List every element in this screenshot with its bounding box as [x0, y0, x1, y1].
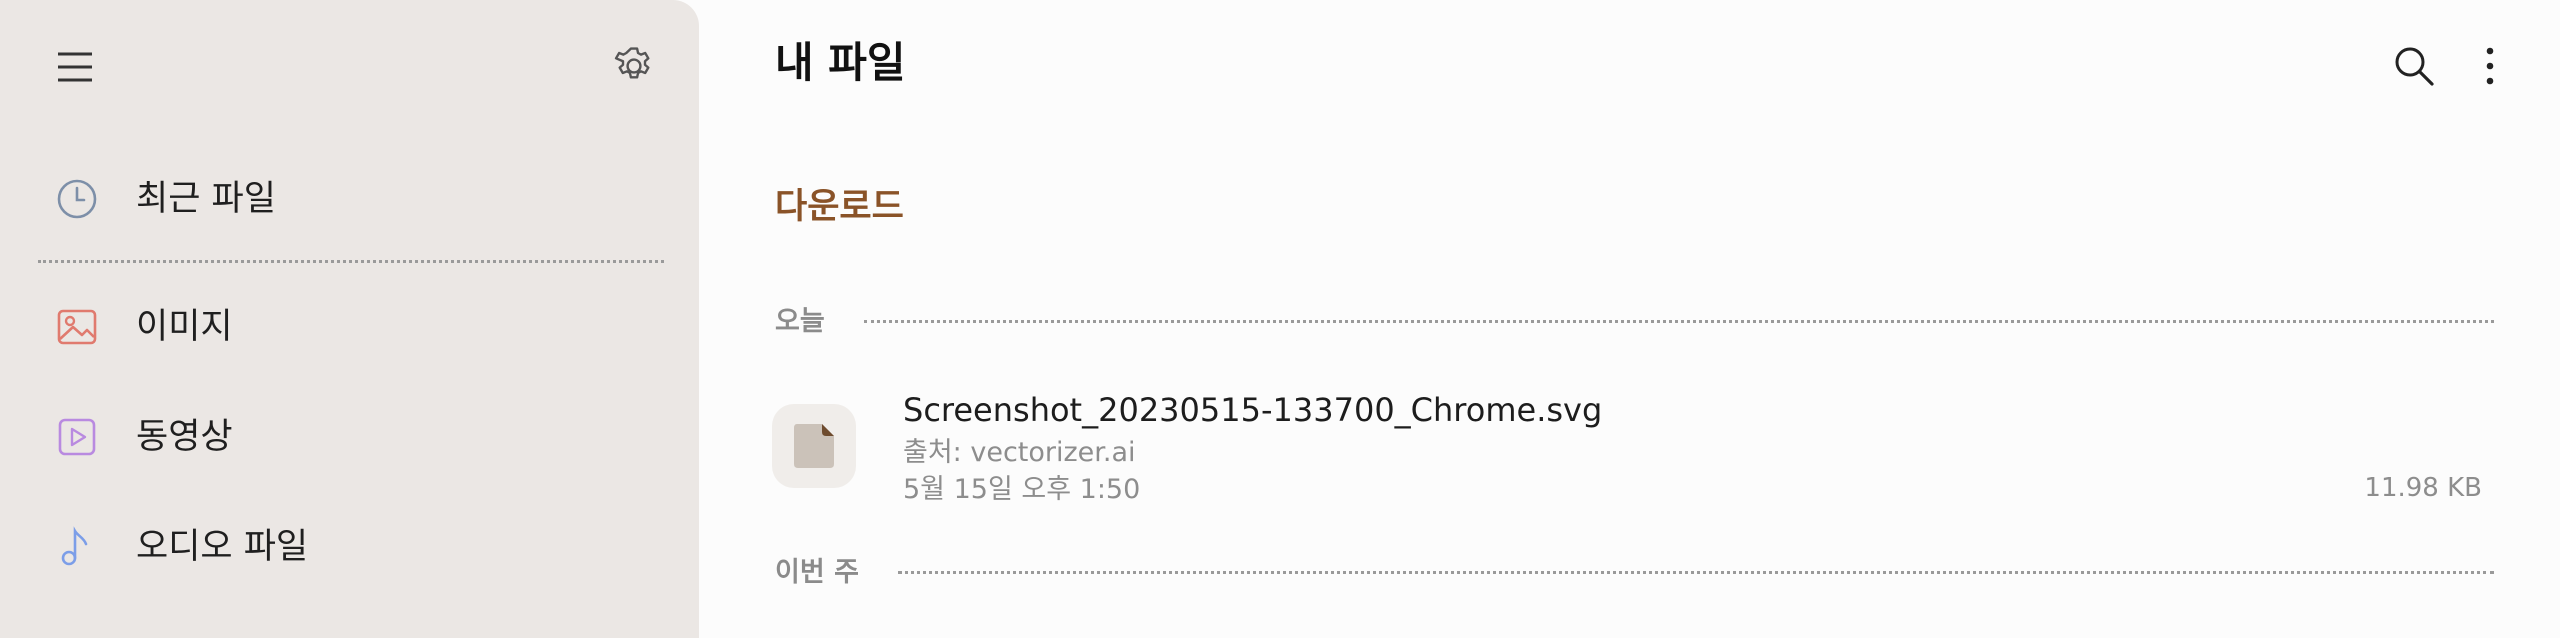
- file-size: 11.98 KB: [2364, 473, 2482, 503]
- file-source: 출처: vectorizer.ai: [903, 437, 1136, 468]
- sidebar-item-label: 오디오 파일: [136, 527, 309, 567]
- file-name: Screenshot_20230515-133700_Chrome.svg: [903, 391, 1603, 429]
- clock-icon: [56, 178, 98, 220]
- search-icon[interactable]: [2392, 44, 2436, 88]
- sidebar-item-videos[interactable]: 동영상: [0, 398, 699, 478]
- group-label-this-week: 이번 주: [775, 557, 859, 588]
- sidebar-item-images[interactable]: 이미지: [0, 288, 699, 368]
- file-document-icon: [772, 404, 856, 488]
- more-options-icon[interactable]: [2478, 44, 2502, 88]
- music-note-icon: [56, 526, 98, 568]
- image-icon: [56, 306, 98, 348]
- group-divider: [898, 571, 2494, 574]
- group-divider: [864, 320, 2494, 323]
- sidebar-divider: [38, 260, 664, 263]
- settings-gear-icon[interactable]: [612, 44, 656, 88]
- sidebar: 최근 파일 이미지 동영상 오디오 파일: [0, 0, 699, 638]
- sidebar-item-label: 최근 파일: [136, 179, 276, 219]
- page-title: 내 파일: [775, 38, 906, 87]
- sidebar-item-label: 이미지: [136, 307, 233, 347]
- sidebar-item-recent-files[interactable]: 최근 파일: [0, 160, 699, 240]
- group-label-today: 오늘: [775, 306, 825, 337]
- sidebar-item-label: 동영상: [136, 417, 233, 457]
- sidebar-item-audio-files[interactable]: 오디오 파일: [0, 508, 699, 588]
- file-date: 5월 15일 오후 1:50: [903, 474, 1141, 505]
- breadcrumb-current-folder[interactable]: 다운로드: [775, 190, 904, 225]
- video-icon: [56, 416, 98, 458]
- menu-icon[interactable]: [54, 46, 96, 88]
